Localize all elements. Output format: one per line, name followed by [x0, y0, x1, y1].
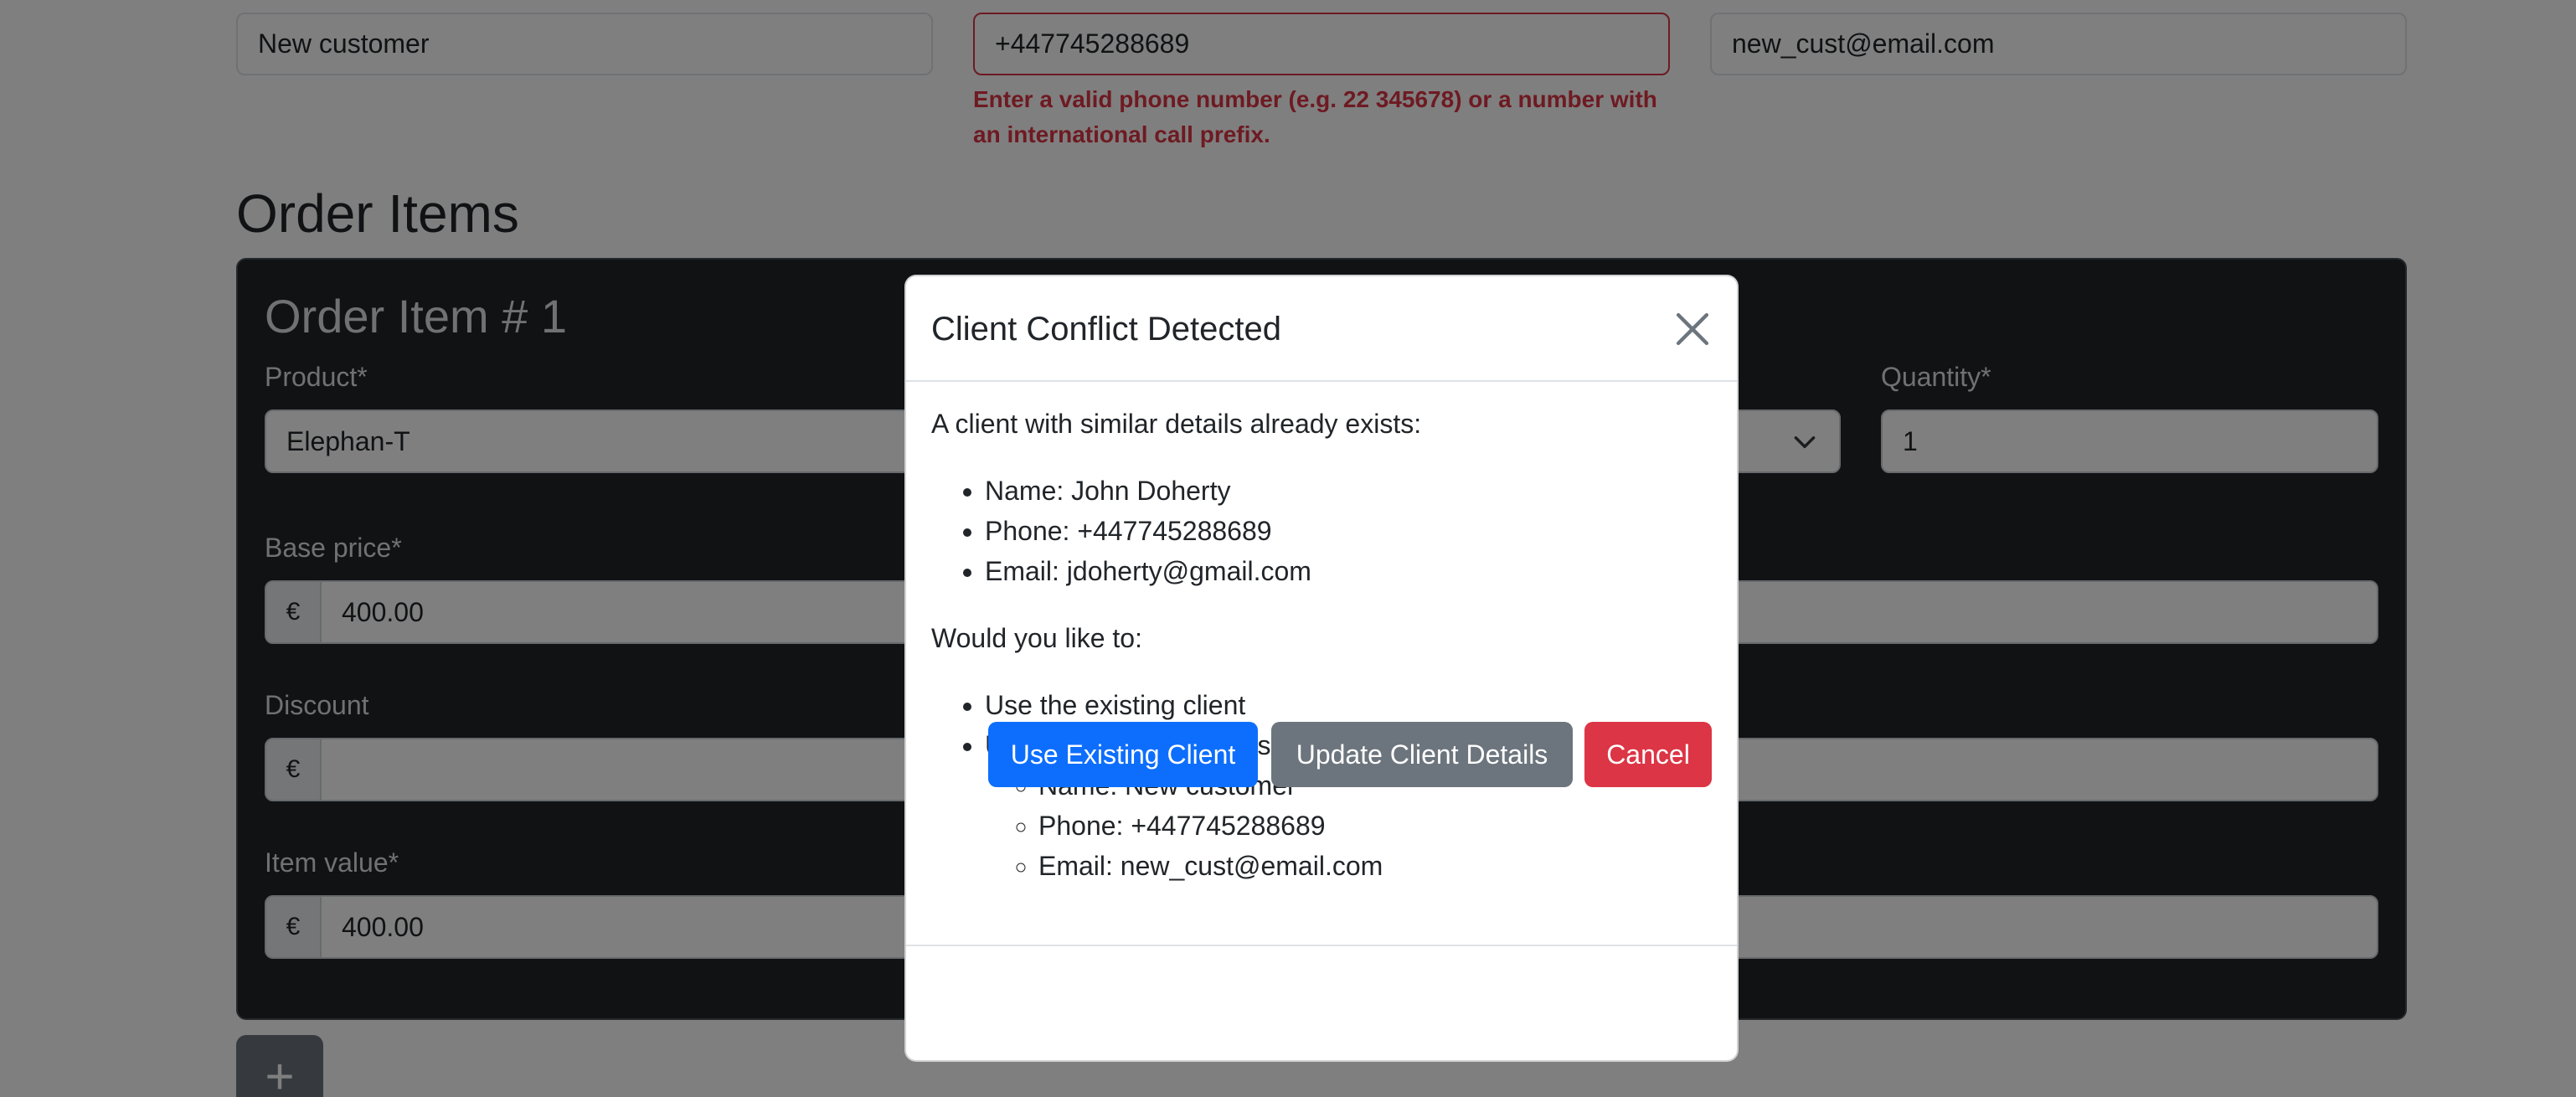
existing-client-phone: Phone: +447745288689 — [985, 511, 1710, 551]
modal-body: A client with similar details already ex… — [931, 404, 1710, 913]
question-text: Would you like to: — [931, 623, 1142, 653]
modal-footer — [906, 945, 1737, 1060]
modal-header: Client Conflict Detected — [906, 276, 1737, 382]
client-conflict-modal: Client Conflict Detected A client with s… — [904, 275, 1739, 1062]
close-icon[interactable] — [1670, 306, 1715, 352]
existing-client-name: Name: John Doherty — [985, 471, 1710, 511]
existing-client-list: Name: John Doherty Phone: +447745288689 … — [931, 471, 1710, 591]
option-use-existing: Use the existing client — [985, 685, 1710, 725]
new-client-email: Email: new_cust@email.com — [1038, 846, 1710, 886]
use-existing-client-button[interactable]: Use Existing Client — [988, 722, 1258, 787]
modal-title: Client Conflict Detected — [931, 311, 1281, 348]
new-client-phone: Phone: +447745288689 — [1038, 806, 1710, 846]
option-use-existing-text: Use the existing client — [985, 690, 1246, 720]
order-form-page: New customer +447745288689 new_cust@emai… — [0, 0, 2576, 1097]
update-client-details-button[interactable]: Update Client Details — [1271, 722, 1573, 787]
conflict-intro-text: A client with similar details already ex… — [931, 409, 1422, 439]
existing-client-email: Email: jdoherty@gmail.com — [985, 551, 1710, 591]
cancel-button[interactable]: Cancel — [1584, 722, 1712, 787]
